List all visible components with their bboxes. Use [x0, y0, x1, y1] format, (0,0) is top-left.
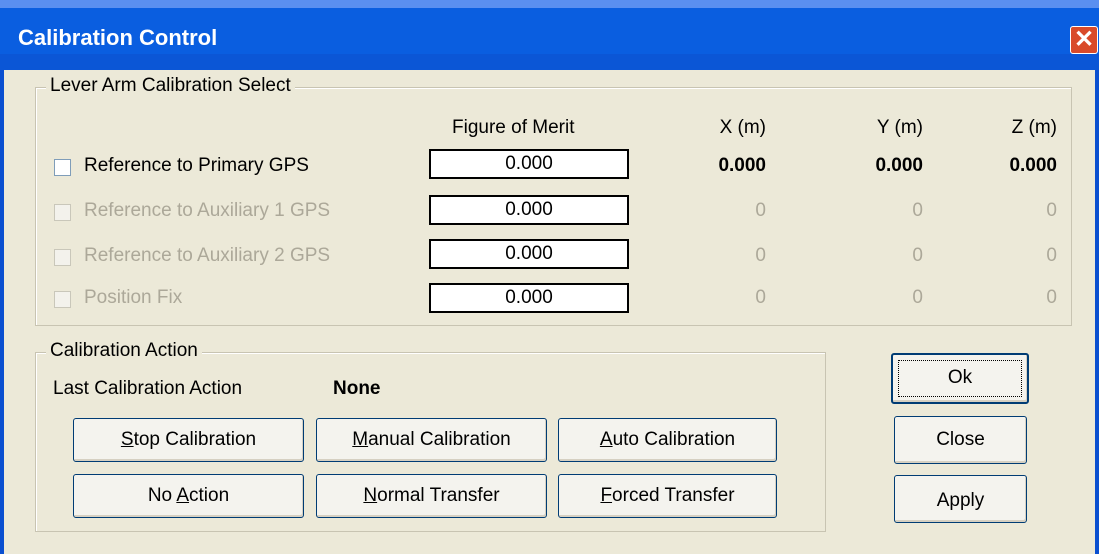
normal-transfer-label-suffix: ormal Transfer — [377, 485, 500, 506]
ok-button[interactable]: Ok — [891, 353, 1029, 404]
position-fix-label[interactable]: Position Fix — [84, 287, 182, 309]
position-fix-checkbox[interactable] — [54, 291, 71, 308]
position-fix-z-value: 0 — [1046, 287, 1057, 308]
no-action-button[interactable]: No Action — [73, 474, 304, 518]
forced-transfer-button[interactable]: Forced Transfer — [558, 474, 777, 518]
last-action-label: Last Calibration Action — [53, 378, 243, 399]
normal-transfer-button[interactable]: Normal Transfer — [316, 474, 547, 518]
title-bar[interactable]: Calibration Control ✕ — [0, 0, 1099, 70]
window-border-left — [0, 70, 4, 554]
ok-focus-rectangle — [898, 360, 1022, 397]
no-action-label-mnemonic: A — [176, 485, 190, 506]
manual-calibration-label-mnemonic: M — [352, 429, 369, 450]
stop-calibration-label-mnemonic: S — [120, 429, 134, 450]
aux2-gps-checkbox[interactable] — [54, 249, 71, 266]
close-button[interactable]: Close — [894, 416, 1027, 464]
aux2-gps-label[interactable]: Reference to Auxiliary 2 GPS — [84, 245, 330, 267]
close-label: Close — [936, 429, 985, 450]
normal-transfer-label-mnemonic: N — [363, 485, 378, 506]
apply-button[interactable]: Apply — [894, 475, 1027, 523]
manual-calibration-label-suffix: anual Calibration — [368, 429, 511, 450]
aux1-gps-fom-field: 0.000 — [429, 195, 629, 225]
no-action-label-prefix: No — [147, 485, 177, 506]
stop-calibration-label-suffix: top Calibration — [133, 429, 257, 450]
lever-arm-group-label: Lever Arm Calibration Select — [46, 75, 295, 97]
primary-gps-z-value: 0.000 — [1009, 155, 1057, 176]
primary-gps-x-value: 0.000 — [718, 155, 766, 176]
calibration-action-group-label: Calibration Action — [46, 340, 202, 362]
x-header: X (m) — [719, 117, 766, 138]
window-border-right — [1095, 70, 1099, 554]
primary-gps-label[interactable]: Reference to Primary GPS — [84, 155, 309, 177]
aux2-gps-fom-field: 0.000 — [429, 239, 629, 269]
window-title: Calibration Control — [18, 25, 218, 50]
no-action-label-suffix: ction — [189, 485, 230, 506]
position-fix-x-value: 0 — [755, 287, 766, 308]
aux2-gps-z-value: 0 — [1046, 245, 1057, 266]
aux2-gps-y-value: 0 — [912, 245, 923, 266]
close-icon: ✕ — [1073, 26, 1095, 53]
aux1-gps-z-value: 0 — [1046, 200, 1057, 221]
last-action-value: None — [333, 378, 381, 399]
aux1-gps-label[interactable]: Reference to Auxiliary 1 GPS — [84, 200, 330, 222]
primary-gps-checkbox[interactable] — [54, 159, 71, 176]
auto-calibration-button[interactable]: Auto Calibration — [558, 418, 777, 462]
position-fix-fom-field: 0.000 — [429, 283, 629, 313]
apply-label: Apply — [936, 490, 985, 511]
position-fix-y-value: 0 — [912, 287, 923, 308]
forced-transfer-label-mnemonic: F — [600, 485, 613, 506]
manual-calibration-button[interactable]: Manual Calibration — [316, 418, 547, 462]
fom-header: Figure of Merit — [452, 117, 575, 138]
auto-calibration-label-mnemonic: A — [599, 429, 613, 450]
y-header: Y (m) — [876, 117, 923, 138]
aux1-gps-x-value: 0 — [755, 200, 766, 221]
close-window-button[interactable]: ✕ — [1070, 26, 1098, 54]
primary-gps-y-value: 0.000 — [875, 155, 923, 176]
primary-gps-fom-field: 0.000 — [429, 149, 629, 179]
aux1-gps-checkbox[interactable] — [54, 204, 71, 221]
aux2-gps-x-value: 0 — [755, 245, 766, 266]
aux1-gps-y-value: 0 — [912, 200, 923, 221]
forced-transfer-label-suffix: orced Transfer — [612, 485, 735, 506]
stop-calibration-button[interactable]: Stop Calibration — [73, 418, 304, 462]
auto-calibration-label-suffix: uto Calibration — [612, 429, 736, 450]
z-header: Z (m) — [1011, 117, 1057, 138]
